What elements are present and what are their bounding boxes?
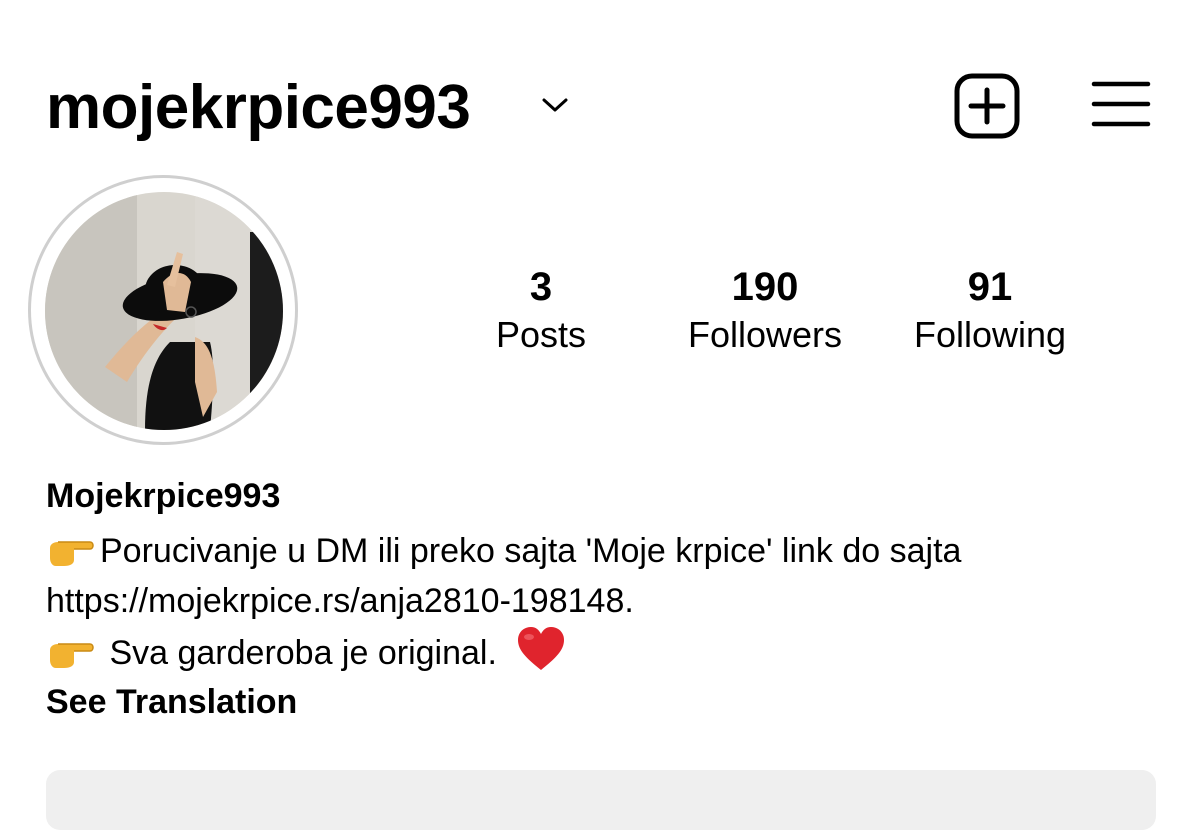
edit-profile-button[interactable]: [46, 770, 1156, 830]
stat-following[interactable]: 91 Following: [890, 262, 1090, 358]
display-name: Mojekrpice993: [46, 477, 281, 515]
profile-bio: Mojekrpice993 Porucivanje u DM ili preko…: [46, 474, 1156, 726]
profile-avatar[interactable]: [45, 192, 283, 430]
hamburger-menu-icon[interactable]: [1090, 78, 1152, 130]
plus-square-icon[interactable]: [953, 72, 1021, 140]
posts-count: 3: [529, 265, 553, 309]
red-heart-icon: [518, 627, 565, 670]
avatar-illustration: [45, 192, 283, 430]
followers-label: Followers: [687, 314, 843, 355]
stat-followers[interactable]: 190 Followers: [665, 262, 865, 358]
bio-line: Sva garderoba je original.: [46, 626, 1156, 678]
followers-count: 190: [731, 265, 799, 309]
pointing-hand-icon: [50, 541, 94, 566]
stat-posts[interactable]: 3 Posts: [441, 262, 641, 358]
profile-header: mojekrpice993: [0, 0, 1200, 180]
following-count: 91: [967, 265, 1013, 309]
bio-line: Porucivanje u DM ili preko sajta 'Moje k…: [46, 526, 1156, 576]
posts-label: Posts: [495, 314, 587, 355]
following-label: Following: [913, 314, 1067, 355]
bio-link[interactable]: https://mojekrpice.rs/anja2810-198148.: [46, 576, 1156, 626]
pointing-hand-icon: [50, 643, 94, 668]
profile-username[interactable]: mojekrpice993: [46, 70, 471, 146]
bio-ordering-text: Porucivanje u DM ili preko sajta 'Moje k…: [100, 532, 962, 570]
see-translation-link[interactable]: See Translation: [46, 678, 297, 726]
chevron-down-icon[interactable]: [540, 95, 570, 115]
bio-original-text: Sva garderoba je original.: [100, 634, 497, 672]
